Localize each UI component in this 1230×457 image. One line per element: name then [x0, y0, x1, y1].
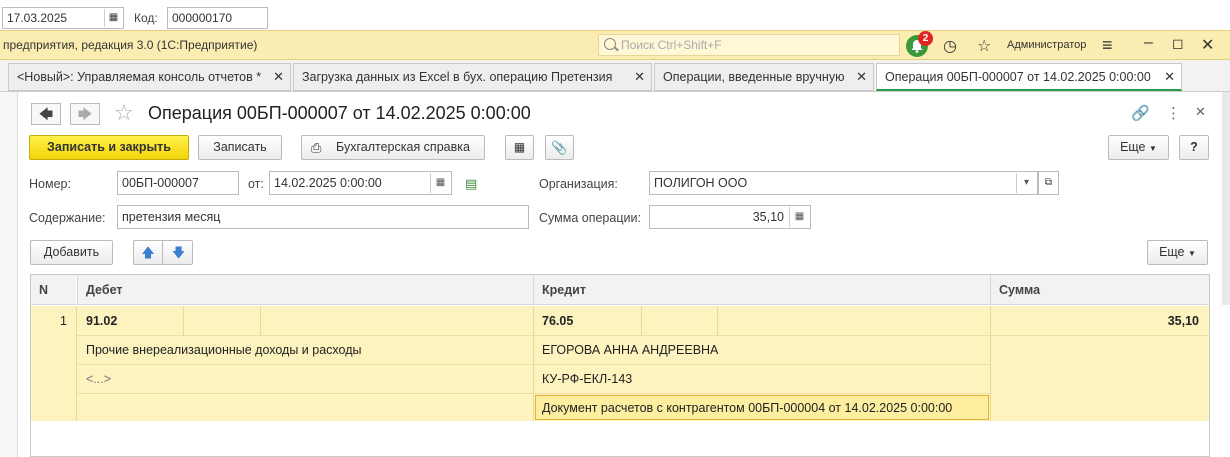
- current-user[interactable]: Администратор: [1007, 39, 1086, 51]
- grid-line: [717, 306, 718, 335]
- tab-label: Операция 00БП-000007 от 14.02.2025 0:00:…: [885, 70, 1151, 84]
- organization-value: ПОЛИГОН ООО: [654, 176, 748, 190]
- structure-button[interactable]: ▦: [505, 135, 534, 160]
- kod-field[interactable]: 000000170: [167, 7, 268, 29]
- tab-operation-document[interactable]: Операция 00БП-000007 от 14.02.2025 0:00:…: [876, 63, 1182, 91]
- printer-icon: ⎙: [311, 140, 322, 155]
- page-title: Операция 00БП-000007 от 14.02.2025 0:00:…: [148, 103, 531, 123]
- link-icon[interactable]: 🔗: [1131, 104, 1150, 122]
- tab-manual-operations[interactable]: Операции, введенные вручную ✕: [654, 63, 874, 91]
- table-more-label: Еще: [1159, 245, 1185, 259]
- tab-label: <Новый>: Управляемая консоль отчетов *: [17, 70, 262, 84]
- grid-line: [77, 393, 990, 394]
- accounting-report-button[interactable]: ⎙ Бухгалтерская справка: [301, 135, 485, 160]
- open-organization-button[interactable]: ⧉: [1038, 171, 1059, 195]
- save-and-close-button[interactable]: Записать и закрыть: [29, 135, 189, 160]
- organization-field[interactable]: ПОЛИГОН ООО ▾: [649, 171, 1038, 195]
- close-tab-icon[interactable]: ✕: [856, 69, 867, 85]
- grid-line: [77, 364, 990, 365]
- credit-subconto-3[interactable]: Документ расчетов с контрагентом 00БП-00…: [535, 395, 989, 420]
- help-button[interactable]: ?: [1179, 135, 1209, 160]
- more-actions-icon[interactable]: ⋮: [1166, 104, 1181, 122]
- more-button[interactable]: Еще ▼: [1108, 135, 1169, 160]
- move-buttons-group: 🡅 🡇: [133, 240, 193, 265]
- background-date-field[interactable]: 17.03.2025 ▦: [2, 7, 124, 29]
- date-field[interactable]: 14.02.2025 0:00:00 ▦: [269, 171, 452, 195]
- open-icon: ⧉: [1044, 177, 1053, 188]
- grid-line: [183, 306, 184, 335]
- forward-button[interactable]: 🡆: [70, 103, 100, 125]
- close-tab-icon[interactable]: ✕: [1164, 69, 1175, 85]
- search-placeholder: Поиск Ctrl+Shift+F: [621, 38, 722, 52]
- move-down-icon[interactable]: 🡇: [164, 241, 193, 264]
- calendar-icon[interactable]: ▦: [104, 9, 122, 27]
- calendar-icon[interactable]: ▦: [430, 173, 450, 193]
- column-header-n[interactable]: N: [31, 275, 76, 305]
- close-tab-icon[interactable]: ✕: [634, 69, 645, 85]
- search-icon: [604, 38, 616, 50]
- close-window-icon[interactable]: ✕: [1201, 35, 1214, 55]
- credit-subconto-2[interactable]: КУ-РФ-ЕКЛ-143: [542, 372, 632, 386]
- column-header-sum[interactable]: Сумма: [990, 275, 1209, 305]
- column-header-debit[interactable]: Дебет: [77, 275, 533, 305]
- tab-excel-import[interactable]: Загрузка данных из Excel в бух. операцию…: [293, 63, 652, 91]
- credit-subconto-1[interactable]: ЕГОРОВА АННА АНДРЕЕВНА: [542, 343, 718, 357]
- grid-line: [77, 335, 1209, 336]
- debit-account[interactable]: 91.02: [86, 314, 117, 328]
- content-field[interactable]: претензия месяц: [117, 205, 529, 229]
- structure-icon: ▦: [513, 140, 526, 154]
- close-tab-icon[interactable]: ✕: [273, 69, 284, 85]
- sum-value: 35,10: [752, 210, 784, 224]
- debit-subconto-1[interactable]: Прочие внереализационные доходы и расход…: [86, 343, 361, 357]
- table-more-button[interactable]: Еще ▼: [1147, 240, 1208, 265]
- debit-subconto-2[interactable]: <...>: [86, 372, 111, 386]
- accounting-report-label: Бухгалтерская справка: [336, 140, 470, 154]
- date-value: 14.02.2025 0:00:00: [274, 176, 382, 190]
- row-number: 1: [60, 314, 67, 328]
- tab-label: Операции, введенные вручную: [663, 70, 845, 84]
- more-label: Еще: [1120, 140, 1146, 154]
- row-sum[interactable]: 35,10: [990, 314, 1199, 328]
- column-header-credit[interactable]: Кредит: [533, 275, 990, 305]
- favorite-star-icon[interactable]: ☆: [114, 100, 134, 126]
- notifications-count-badge: 2: [918, 31, 933, 46]
- credit-account[interactable]: 76.05: [542, 314, 573, 328]
- tab-label: Загрузка данных из Excel в бух. операцию…: [302, 70, 613, 84]
- tab-report-console[interactable]: <Новый>: Управляемая консоль отчетов * ✕: [8, 63, 291, 91]
- back-button[interactable]: 🡄: [31, 103, 61, 125]
- chevron-down-icon: ▼: [1149, 144, 1157, 153]
- grid-line: [641, 306, 642, 335]
- period-select-icon[interactable]: ▤: [465, 176, 477, 192]
- global-search-input[interactable]: Поиск Ctrl+Shift+F: [598, 34, 900, 56]
- dropdown-chevron-icon[interactable]: ▾: [1016, 173, 1036, 193]
- organization-label: Организация:: [539, 177, 618, 191]
- history-icon[interactable]: ◷: [943, 36, 957, 56]
- add-row-button[interactable]: Добавить: [30, 240, 113, 265]
- main-menu-icon[interactable]: ≡: [1102, 35, 1113, 56]
- number-field[interactable]: 00БП-000007: [117, 171, 239, 195]
- save-button[interactable]: Записать: [198, 135, 282, 160]
- content-label: Содержание:: [29, 211, 106, 225]
- app-title: предприятия, редакция 3.0 (1С:Предприяти…: [3, 38, 258, 52]
- vertical-scrollbar[interactable]: [1222, 92, 1230, 305]
- chevron-down-icon: ▼: [1188, 249, 1196, 258]
- sum-label: Сумма операции:: [539, 211, 641, 225]
- sum-field[interactable]: 35,10 ▦: [649, 205, 811, 229]
- grid-line: [260, 306, 261, 335]
- date-label: от:: [248, 177, 264, 191]
- attach-button[interactable]: 📎: [545, 135, 574, 160]
- maximize-icon[interactable]: ◻: [1172, 35, 1184, 52]
- paperclip-icon: 📎: [551, 140, 568, 155]
- close-form-icon[interactable]: ✕: [1195, 104, 1206, 120]
- kod-label: Код:: [134, 11, 158, 25]
- favorites-star-icon[interactable]: ☆: [977, 36, 991, 56]
- left-margin: [0, 92, 17, 457]
- background-date-value: 17.03.2025: [7, 11, 68, 25]
- calculator-icon[interactable]: ▦: [789, 207, 809, 227]
- move-up-icon[interactable]: 🡅: [134, 241, 163, 264]
- number-label: Номер:: [29, 177, 71, 191]
- minimize-icon[interactable]: –: [1144, 34, 1153, 52]
